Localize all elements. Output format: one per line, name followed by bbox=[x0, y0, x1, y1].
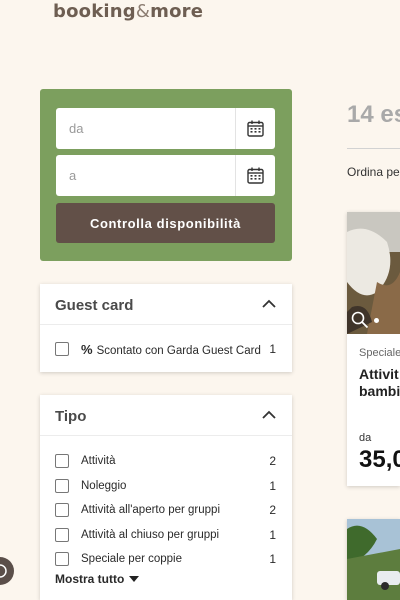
zoom-icon[interactable] bbox=[351, 311, 369, 329]
filter-option-noleggio[interactable]: Noleggio 1 bbox=[55, 476, 276, 496]
show-all-label: Mostra tutto bbox=[55, 572, 125, 586]
from-date-field[interactable]: da bbox=[56, 108, 275, 149]
filter-option-chiuso-gruppi[interactable]: Attività al chiuso per gruppi 1 bbox=[55, 525, 276, 545]
help-icon bbox=[0, 564, 7, 578]
offer-photo bbox=[347, 519, 400, 600]
filter-option-guest-card[interactable]: % Scontato con Garda Guest Card 1 bbox=[55, 339, 276, 359]
availability-search-box: da a Controlla disponibilità bbox=[40, 89, 292, 261]
filter-option-count: 2 bbox=[269, 503, 276, 517]
filter-option-coppie[interactable]: Speciale per coppie 1 bbox=[55, 549, 276, 569]
checkbox[interactable] bbox=[55, 479, 69, 493]
offer-card[interactable]: Speciale Attivit bambin da 35,0 bbox=[347, 212, 400, 486]
calendar-icon bbox=[247, 120, 264, 137]
checkbox[interactable] bbox=[55, 454, 69, 468]
filter-option-label: Noleggio bbox=[81, 480, 127, 492]
filter-option-label: Attività bbox=[81, 455, 116, 467]
chevron-up-icon[interactable] bbox=[262, 299, 276, 308]
filter-option-label: Attività al chiuso per gruppi bbox=[81, 529, 220, 541]
filter-option-aperto-gruppi[interactable]: Attività all'aperto per gruppi 2 bbox=[55, 500, 276, 520]
guest-card-filter-header[interactable]: Guest card bbox=[40, 284, 292, 325]
guest-card-filter-title: Guest card bbox=[55, 297, 134, 314]
from-calendar-button[interactable] bbox=[235, 108, 275, 149]
filter-option-count: 1 bbox=[269, 479, 276, 493]
brand-name: booking bbox=[53, 1, 136, 22]
type-filter-header[interactable]: Tipo bbox=[40, 395, 292, 436]
sort-by-control[interactable]: Ordina per bbox=[347, 165, 400, 179]
carousel-dot[interactable] bbox=[374, 318, 379, 323]
brand-logo[interactable]: booking&more bbox=[53, 1, 203, 22]
offer-price-prefix: da bbox=[359, 432, 372, 444]
from-date-placeholder: da bbox=[69, 121, 84, 136]
filter-option-count: 1 bbox=[269, 552, 276, 566]
checkbox[interactable] bbox=[55, 503, 69, 517]
brand-suffix: more bbox=[150, 1, 204, 22]
offer-card[interactable] bbox=[347, 519, 400, 600]
guest-card-filter: Guest card % Scontato con Garda Guest Car… bbox=[40, 284, 292, 372]
caret-down-icon bbox=[129, 575, 140, 582]
checkbox[interactable] bbox=[55, 552, 69, 566]
filter-option-label: % Scontato con Garda Guest Card bbox=[81, 342, 269, 357]
type-filter-title: Tipo bbox=[55, 408, 87, 425]
divider bbox=[347, 148, 400, 149]
filter-option-count: 1 bbox=[269, 342, 276, 356]
filter-option-label: Speciale per coppie bbox=[81, 553, 183, 565]
results-count-title: 14 es bbox=[347, 101, 400, 128]
filter-option-count: 1 bbox=[269, 528, 276, 542]
to-date-placeholder: a bbox=[69, 168, 77, 183]
to-date-field[interactable]: a bbox=[56, 155, 275, 196]
show-all-link[interactable]: Mostra tutto bbox=[55, 572, 140, 586]
type-filter: Tipo Attività 2 Noleggio 1 Attività all'… bbox=[40, 395, 292, 600]
checkbox[interactable] bbox=[55, 342, 69, 356]
percent-icon: % bbox=[81, 341, 93, 357]
filter-option-attivita[interactable]: Attività 2 bbox=[55, 451, 276, 471]
offer-image[interactable] bbox=[347, 212, 400, 334]
chevron-up-icon[interactable] bbox=[262, 410, 276, 419]
to-calendar-button[interactable] bbox=[235, 155, 275, 196]
guest-card-option-text: Scontato con Garda Guest Card bbox=[96, 344, 261, 357]
checkbox[interactable] bbox=[55, 528, 69, 542]
help-button[interactable] bbox=[0, 557, 14, 585]
offer-category: Speciale bbox=[359, 347, 400, 359]
calendar-icon bbox=[247, 167, 264, 184]
offer-title: Attivit bambin bbox=[359, 366, 400, 400]
filter-option-count: 2 bbox=[269, 454, 276, 468]
check-availability-button[interactable]: Controlla disponibilità bbox=[56, 203, 275, 243]
offer-title-line: bambin bbox=[359, 383, 400, 399]
offer-price: 35,0 bbox=[359, 446, 400, 473]
offer-title-line: Attivit bbox=[359, 366, 399, 382]
filter-option-label: Attività all'aperto per gruppi bbox=[81, 504, 220, 516]
brand-amp: & bbox=[135, 1, 151, 22]
